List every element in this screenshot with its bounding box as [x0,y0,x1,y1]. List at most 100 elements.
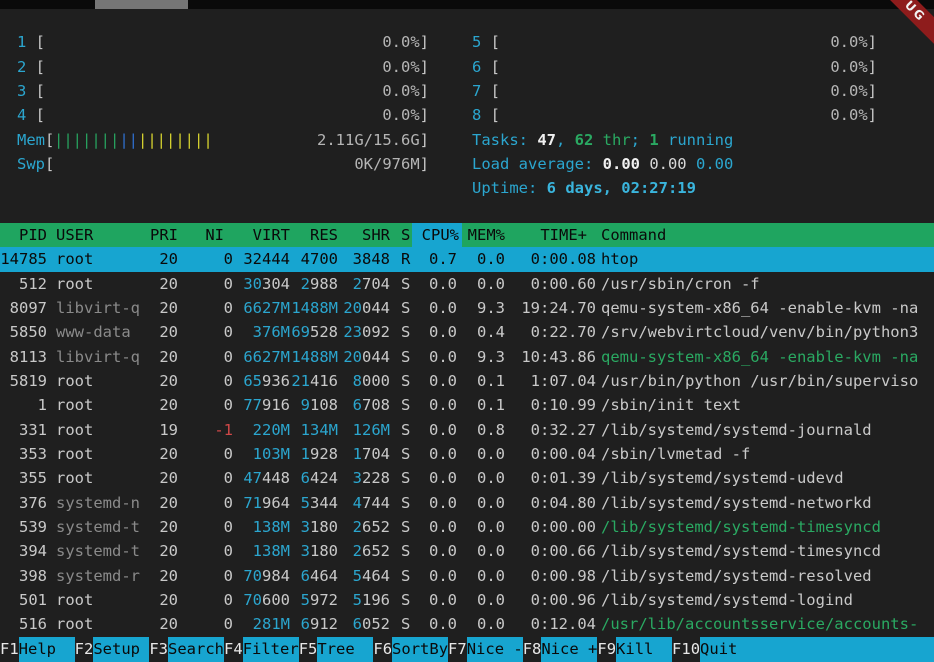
process-cell-ni: 0 [186,320,233,344]
fn-kill[interactable]: F9Kill [597,637,672,662]
process-cell-cpu: 0.0 [410,539,457,563]
process-row[interactable]: 353root200103M19281704S0.00.00:00.04/sbi… [0,442,934,466]
column-header-cpu[interactable]: CPU% [412,223,462,247]
process-row[interactable]: 539systemd-t200138M31802652S0.00.00:00.0… [0,515,934,539]
process-cell-res: 9108 [291,393,338,417]
process-cell-res: 1488M [291,345,338,369]
process-cell-res: 1928 [291,442,338,466]
process-row[interactable]: 8097libvirt-q2006627M1488M20044S0.09.319… [0,296,934,320]
process-row[interactable]: 331root19-1220M134M126MS0.00.80:32.27/li… [0,418,934,442]
process-cell-pid: 376 [0,491,47,515]
column-header-cmd[interactable]: Command [601,223,934,247]
process-cell-cpu: 0.0 [410,345,457,369]
process-row[interactable]: 14785root2003244447003848R0.70.00:00.08h… [0,247,934,271]
process-cell-virt: 138M [243,539,290,563]
process-cell-mem: 0.0 [458,539,505,563]
fn-nice-plus[interactable]: F8Nice + [523,637,598,662]
process-cell-cmd: /lib/systemd/systemd-resolved [601,564,934,588]
load-average: Load average: 0.00 0.00 0.00 [0,152,934,176]
uptime: Uptime: 6 days, 02:27:19 [0,176,934,200]
process-cell-res: 69528 [291,320,338,344]
process-cell-cmd: /sbin/lvmetad -f [601,442,934,466]
process-cell-time: 0:00.08 [512,247,596,271]
process-cell-cmd: /srv/webvirtcloud/venv/bin/python3 [601,320,934,344]
process-cell-pri: 20 [130,442,178,466]
process-row[interactable]: 5819root20065936214168000S0.00.11:07.04/… [0,369,934,393]
process-cell-virt: 103M [243,442,290,466]
fn-label: Filter [243,637,299,662]
process-cell-ni: 0 [186,564,233,588]
column-header-time[interactable]: TIME+ [512,223,587,247]
cpu-percent: 0.0% [830,58,867,76]
process-row[interactable]: 355root2004744864243228S0.00.00:01.39/li… [0,466,934,490]
column-header-ni[interactable]: NI [186,223,224,247]
fn-nice-minus[interactable]: F7Nice - [448,637,523,662]
column-header-shr[interactable]: SHR [343,223,390,247]
fn-label: Quit [700,637,934,662]
process-cell-pri: 20 [130,296,178,320]
process-cell-shr: 5464 [343,564,390,588]
fn-label: Nice + [541,637,597,662]
process-cell-time: 0:12.04 [512,612,596,636]
process-row[interactable]: 516root200281M69126052S0.00.00:12.04/usr… [0,612,934,636]
process-row[interactable]: 1root2007791691086708S0.00.10:10.99/sbin… [0,393,934,417]
fn-key: F5 [299,637,318,662]
fn-key: F10 [672,637,700,662]
process-cell-virt: 32444 [243,247,290,271]
process-row[interactable]: 8113libvirt-q2006627M1488M20044S0.09.310… [0,345,934,369]
process-cell-res: 134M [291,418,338,442]
window-tab[interactable] [95,0,188,9]
fn-setup[interactable]: F2Setup [75,637,150,662]
process-cell-shr: 20044 [343,296,390,320]
process-cell-pri: 20 [130,515,178,539]
fn-tree[interactable]: F5Tree [299,637,374,662]
process-cell-pri: 20 [130,393,178,417]
tasks-text: Tasks: 47, 62 thr; 1 running [472,128,733,152]
process-cell-ni: 0 [186,442,233,466]
process-row[interactable]: 398systemd-r2007098464645464S0.00.00:00.… [0,564,934,588]
fn-sortby[interactable]: F6SortBy [373,637,448,662]
column-header-virt[interactable]: VIRT [243,223,290,247]
tasks-sep: ; [631,131,650,149]
process-cell-res: 21416 [291,369,338,393]
column-header-res[interactable]: RES [291,223,338,247]
process-cell-pid: 331 [0,418,47,442]
running-word: running [659,131,734,149]
fn-search[interactable]: F3Search [149,637,224,662]
process-cell-virt: 281M [243,612,290,636]
column-header-mem[interactable]: MEM% [458,223,505,247]
function-key-bar: F1Help F2Setup F3SearchF4FilterF5Tree F6… [0,637,934,662]
process-cell-cmd: /usr/bin/python /usr/bin/superviso [601,369,934,393]
process-cell-time: 0:22.70 [512,320,596,344]
process-row[interactable]: 512root2003030429882704S0.00.00:00.60/us… [0,272,934,296]
fn-label: Nice - [467,637,523,662]
process-row[interactable]: 376systemd-n2007196453444744S0.00.00:04.… [0,491,934,515]
process-cell-mem: 0.8 [458,418,505,442]
column-header-pri[interactable]: PRI [130,223,178,247]
cpu-meter-value: 0.0%] [700,103,877,127]
process-cell-res: 3180 [291,539,338,563]
process-cell-cpu: 0.0 [410,418,457,442]
process-row[interactable]: 394systemd-t200138M31802652S0.00.00:00.6… [0,539,934,563]
process-row[interactable]: 5850www-data200376M6952823092S0.00.40:22… [0,320,934,344]
tasks-count: 47 [537,131,556,149]
process-cell-time: 0:01.39 [512,466,596,490]
process-cell-cpu: 0.0 [410,588,457,612]
fn-help[interactable]: F1Help [0,637,75,662]
process-cell-virt: 65936 [243,369,290,393]
process-cell-cmd: qemu-system-x86_64 -enable-kvm -na [601,345,934,369]
process-cell-cmd: /sbin/init text [601,393,934,417]
cpu-meter-value: 0.0%] [700,30,877,54]
process-cell-pri: 20 [130,247,178,271]
fn-filter[interactable]: F4Filter [224,637,299,662]
fn-label: Kill [616,637,672,662]
open-bracket: [ [491,106,500,124]
process-cell-pri: 20 [130,588,178,612]
process-cell-mem: 0.0 [458,442,505,466]
fn-quit[interactable]: F10Quit [672,637,934,662]
column-header-pid[interactable]: PID [0,223,47,247]
process-cell-shr: 3848 [343,247,390,271]
process-cell-mem: 0.0 [458,612,505,636]
process-cell-ni: 0 [186,612,233,636]
process-row[interactable]: 501root2007060059725196S0.00.00:00.96/li… [0,588,934,612]
